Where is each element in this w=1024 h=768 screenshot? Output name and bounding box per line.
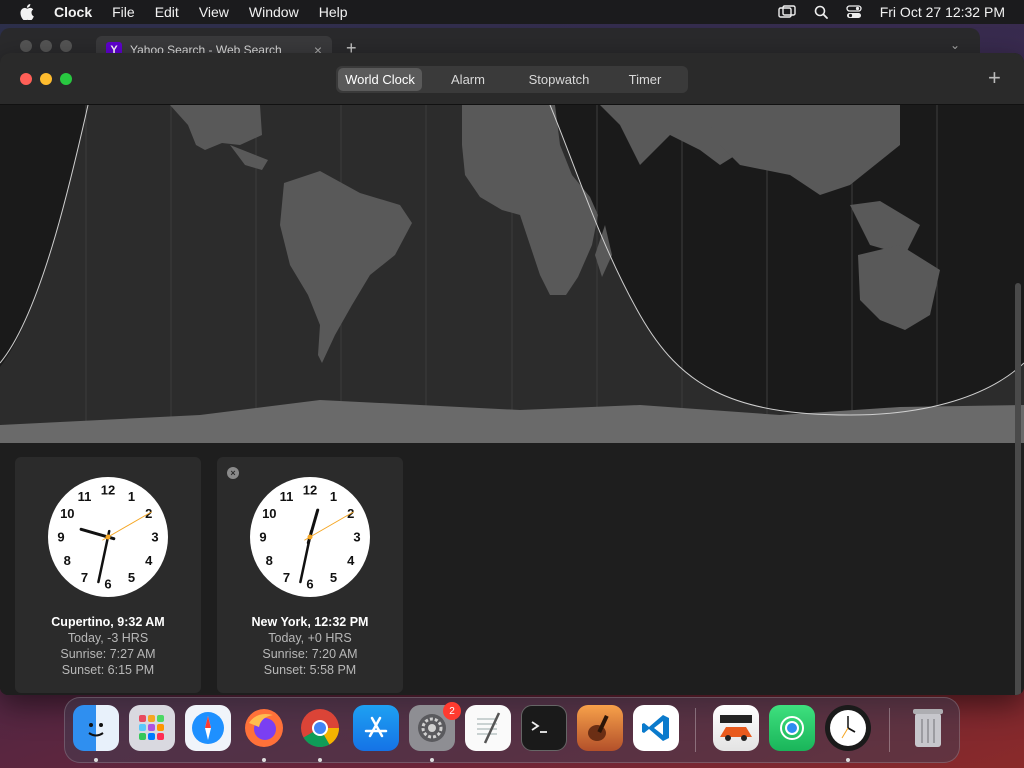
clock-numeral: 5: [330, 570, 337, 585]
clock-numeral: 10: [60, 506, 74, 521]
tab-stopwatch[interactable]: Stopwatch: [514, 68, 604, 91]
clock-numeral: 7: [81, 570, 88, 585]
clock-numeral: 9: [57, 530, 64, 545]
textedit-icon[interactable]: [465, 705, 511, 751]
vscode-icon[interactable]: [633, 705, 679, 751]
clock-card-new-york[interactable]: × 123456789101112 New York, 12:32 PM Tod…: [217, 457, 403, 693]
analog-clock-face: 123456789101112: [250, 477, 370, 597]
chrome-icon[interactable]: [297, 705, 343, 751]
menu-file[interactable]: File: [112, 4, 135, 20]
apple-menu-icon[interactable]: [18, 3, 36, 21]
clock-numeral: 4: [347, 553, 355, 568]
time-offset-label: Today, +0 HRS: [268, 631, 352, 645]
minimize-window-button[interactable]: [40, 73, 52, 85]
system-settings-icon[interactable]: 2: [409, 702, 461, 751]
terminal-icon[interactable]: [521, 705, 567, 751]
clock-numeral: 6: [104, 577, 111, 592]
sunrise-label: Sunrise: 7:27 AM: [60, 647, 156, 661]
add-city-button[interactable]: +: [988, 67, 1001, 89]
clock-numeral: 1: [128, 489, 135, 504]
zoom-window-button[interactable]: [60, 73, 72, 85]
city-time-label: Cupertino, 9:32 AM: [51, 615, 165, 629]
world-clock-list: 123456789101112 Cupertino, 9:32 AM Today…: [0, 443, 1024, 695]
menu-app-name[interactable]: Clock: [54, 4, 92, 20]
world-map: [0, 105, 1024, 443]
clock-numeral: 7: [283, 570, 290, 585]
spotlight-search-icon[interactable]: [814, 5, 828, 19]
find-my-icon[interactable]: [769, 705, 815, 751]
finder-icon[interactable]: [73, 705, 119, 751]
safari-icon[interactable]: [185, 705, 231, 751]
menu-bar: Clock File Edit View Window Help Fri Oct…: [0, 0, 1024, 24]
sunset-label: Sunset: 5:58 PM: [263, 663, 357, 677]
notification-badge: 2: [443, 702, 461, 720]
clock-window: World Clock Alarm Stopwatch Timer + 1 3 …: [0, 53, 1024, 695]
clock-numeral: 8: [266, 553, 273, 568]
firefox-icon[interactable]: [241, 705, 287, 751]
control-center-icon[interactable]: [846, 5, 862, 19]
sunset-label: Sunset: 6:15 PM: [61, 663, 155, 677]
clock-numeral: 3: [353, 530, 360, 545]
window-titlebar: World Clock Alarm Stopwatch Timer +: [0, 53, 1024, 105]
menu-help[interactable]: Help: [319, 4, 348, 20]
clock-numeral: 3: [151, 530, 158, 545]
app-store-icon[interactable]: [353, 705, 399, 751]
launchpad-icon[interactable]: [129, 705, 175, 751]
clock-numeral: 12: [303, 483, 317, 498]
menubar-clock[interactable]: Fri Oct 27 12:32 PM: [880, 4, 1005, 20]
clock-numeral: 11: [78, 489, 92, 504]
clock-numeral: 6: [306, 577, 313, 592]
garageband-icon[interactable]: [577, 705, 623, 751]
menu-edit[interactable]: Edit: [155, 4, 179, 20]
tab-world-clock[interactable]: World Clock: [338, 68, 422, 91]
clock-icon[interactable]: [825, 705, 871, 751]
analog-clock-face: 123456789101112: [48, 477, 168, 597]
asphalt-icon[interactable]: [713, 705, 759, 751]
sunrise-label: Sunrise: 7:20 AM: [262, 647, 358, 661]
time-offset-label: Today, -3 HRS: [67, 631, 149, 645]
clock-numeral: 11: [280, 489, 294, 504]
tab-alarm[interactable]: Alarm: [422, 68, 514, 91]
clock-numeral: 1: [330, 489, 337, 504]
menu-view[interactable]: View: [199, 4, 229, 20]
clock-numeral: 4: [145, 553, 153, 568]
clock-numeral: 10: [262, 506, 276, 521]
view-switcher: World Clock Alarm Stopwatch Timer: [336, 66, 688, 93]
chevron-down-icon[interactable]: ⌄: [950, 38, 960, 52]
scrollbar[interactable]: [1015, 283, 1021, 695]
trash-icon[interactable]: [905, 705, 951, 751]
close-window-button[interactable]: [20, 73, 32, 85]
clock-numeral: 9: [259, 530, 266, 545]
clock-numeral: 5: [128, 570, 135, 585]
dock: 2: [64, 697, 960, 763]
clock-numeral: 8: [64, 553, 71, 568]
screen-mirroring-icon[interactable]: [778, 5, 796, 19]
clock-card-cupertino[interactable]: 123456789101112 Cupertino, 9:32 AM Today…: [15, 457, 201, 693]
browser-traffic-lights: [20, 40, 72, 52]
clock-numeral: 12: [101, 483, 115, 498]
remove-city-icon[interactable]: ×: [227, 467, 239, 479]
city-time-label: New York, 12:32 PM: [251, 615, 369, 629]
menu-window[interactable]: Window: [249, 4, 299, 20]
tab-timer[interactable]: Timer: [604, 68, 686, 91]
